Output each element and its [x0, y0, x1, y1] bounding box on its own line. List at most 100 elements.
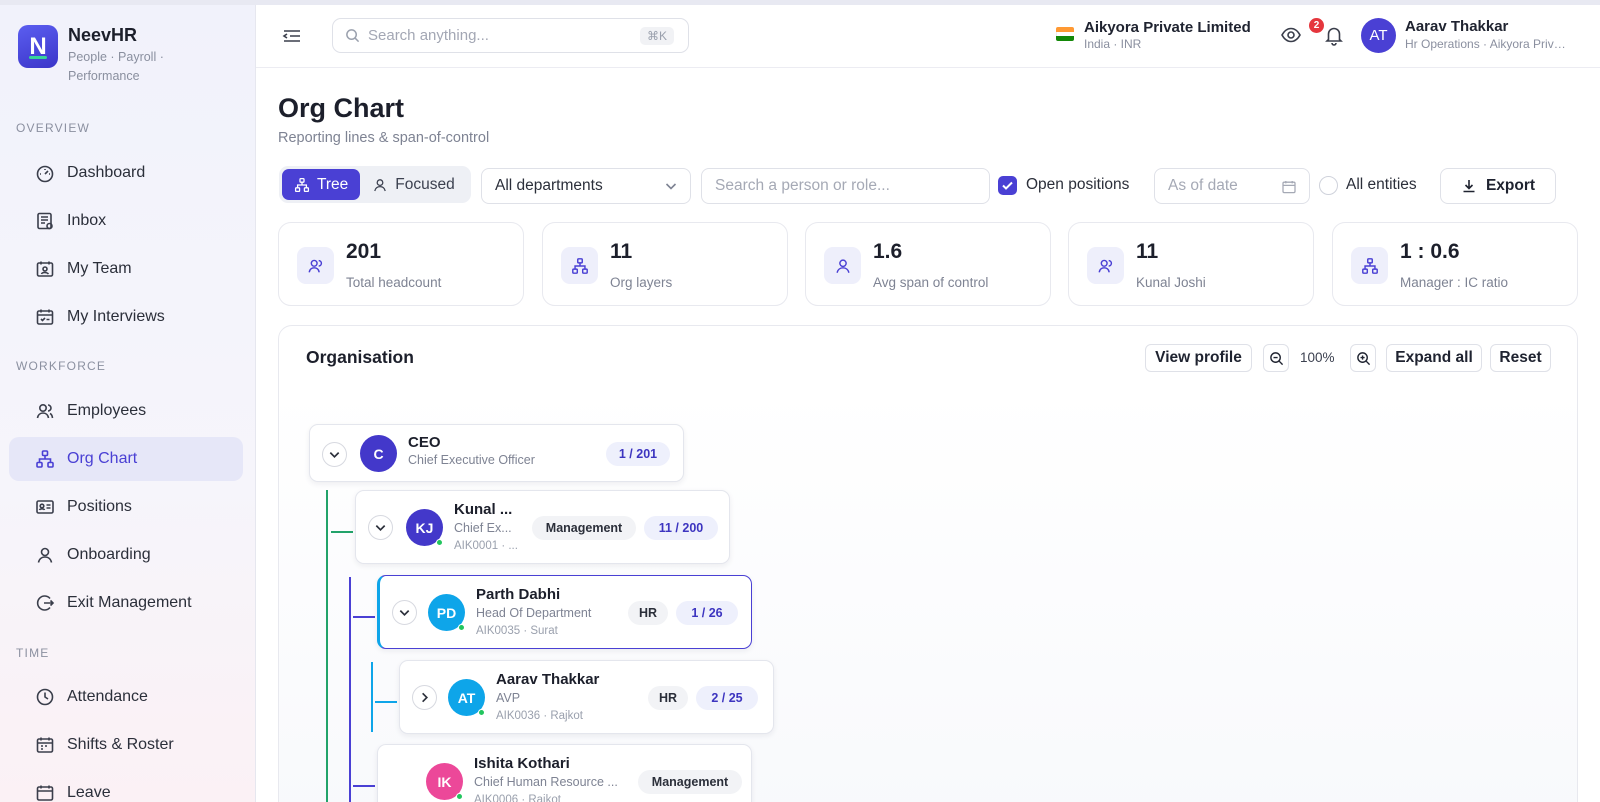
company-switcher[interactable]: Aikyora Private Limited India · INR — [1056, 19, 1251, 51]
person-search-placeholder: Search a person or role... — [715, 177, 890, 194]
sidebar-item-exit-management[interactable]: Exit Management — [9, 581, 243, 625]
all-entities-checkbox[interactable] — [1319, 176, 1338, 195]
span-count-badge: 1 / 26 — [676, 601, 738, 625]
stat-card-manager-ic-ratio: 1 : 0.6 Manager : IC ratio — [1332, 222, 1578, 306]
user-menu[interactable]: AT Aarav Thakkar Hr Operations · Aikyora… — [1361, 18, 1571, 53]
collapse-toggle[interactable] — [368, 515, 393, 540]
sidebar-item-positions[interactable]: Positions — [9, 485, 243, 529]
sidebar-item-leave[interactable]: Leave — [9, 771, 243, 802]
span-count-badge: 1 / 201 — [606, 442, 670, 466]
node-name: CEO — [408, 434, 441, 451]
sidebar-item-label: Employees — [67, 402, 147, 419]
org-node-ceo[interactable]: C CEO Chief Executive Officer 1 / 201 — [309, 424, 684, 482]
stat-card-avg-span: 1.6 Avg span of control — [805, 222, 1051, 306]
sidebar-item-label: Dashboard — [67, 164, 146, 181]
node-role: Chief Executive Officer — [408, 453, 535, 467]
view-toggle: Tree Focused — [279, 166, 471, 203]
stat-label: Kunal Joshi — [1136, 275, 1206, 290]
sidebar-item-label: Attendance — [67, 688, 148, 705]
global-search-input[interactable]: Search anything... ⌘K — [332, 18, 689, 53]
sidebar-item-attendance[interactable]: Attendance — [9, 675, 243, 719]
top-bar: Search anything... ⌘K Aikyora Private Li… — [256, 5, 1600, 68]
search-icon — [346, 29, 360, 43]
org-node-aarav[interactable]: AT Aarav Thakkar AVP AIK0036 · Rajkot HR… — [399, 660, 774, 734]
stat-card-widest-span: 11 Kunal Joshi — [1068, 222, 1314, 306]
connector-line — [331, 531, 353, 533]
node-role: AVP — [496, 691, 521, 705]
calendar-check-icon — [36, 309, 54, 325]
user-icon — [374, 178, 387, 191]
chevron-right-icon — [422, 692, 429, 703]
org-chart-icon — [1361, 257, 1378, 274]
company-name: Aikyora Private Limited — [1084, 19, 1251, 36]
node-avatar: C — [360, 435, 397, 472]
tab-focused[interactable]: Focused — [360, 169, 466, 200]
sidebar-item-dashboard[interactable]: Dashboard — [9, 151, 243, 195]
export-label: Export — [1485, 177, 1536, 194]
view-profile-button[interactable]: View profile — [1145, 344, 1252, 372]
user-icon — [835, 258, 850, 273]
sidebar-item-inbox[interactable]: Inbox — [9, 199, 243, 243]
connector-line — [353, 616, 375, 618]
chevron-down-icon — [375, 525, 386, 532]
sidebar-item-my-team[interactable]: My Team — [9, 247, 243, 291]
connector-line — [353, 785, 375, 787]
sidebar-item-label: Shifts & Roster — [67, 736, 174, 753]
eye-icon[interactable] — [1280, 24, 1302, 46]
open-positions-label: Open positions — [1026, 176, 1130, 193]
reset-button[interactable]: Reset — [1490, 344, 1551, 372]
notification-badge: 2 — [1309, 18, 1324, 33]
user-role: Hr Operations · Aikyora Private Limited — [1405, 37, 1571, 51]
org-tree-canvas[interactable]: C CEO Chief Executive Officer 1 / 201 KJ… — [279, 388, 1577, 802]
zoom-out-button[interactable] — [1263, 344, 1289, 372]
connector-line — [349, 577, 351, 802]
sidebar-toggle-icon[interactable] — [280, 25, 304, 47]
org-node-kunal[interactable]: KJ Kunal ... Chief Ex... AIK0001 · ... M… — [355, 490, 730, 564]
stat-value: 11 — [1136, 240, 1159, 263]
org-node-ishita[interactable]: IK Ishita Kothari Chief Human Resource .… — [377, 744, 752, 802]
section-label-time: TIME — [16, 646, 50, 660]
department-select[interactable]: All departments — [481, 168, 691, 204]
as-of-date-input[interactable]: As of date — [1154, 168, 1310, 204]
org-node-parth[interactable]: PD Parth Dabhi Head Of Department AIK003… — [377, 575, 752, 649]
users-icon — [308, 259, 322, 272]
stat-value: 11 — [610, 240, 633, 263]
collapse-toggle[interactable] — [392, 600, 417, 625]
person-search-input[interactable]: Search a person or role... — [701, 168, 990, 204]
online-status-dot — [458, 624, 465, 631]
export-button[interactable]: Export — [1440, 168, 1556, 204]
calendar-icon — [36, 737, 54, 753]
sidebar-item-employees[interactable]: Employees — [9, 389, 243, 433]
india-flag-icon — [1056, 27, 1074, 41]
collapse-toggle[interactable] — [322, 442, 347, 467]
sidebar-item-my-interviews[interactable]: My Interviews — [9, 295, 243, 339]
department-badge: Management — [532, 516, 636, 540]
brand[interactable]: N NeevHR People · Payroll · Performance — [18, 25, 178, 86]
sidebar-item-shifts-roster[interactable]: Shifts & Roster — [9, 723, 243, 767]
tab-tree[interactable]: Tree — [282, 169, 361, 200]
department-select-value: All departments — [495, 177, 603, 194]
stat-label: Org layers — [610, 275, 673, 290]
node-meta: AIK0001 · ... — [454, 540, 518, 552]
online-status-dot — [478, 709, 485, 716]
org-chart-icon — [294, 177, 310, 192]
stat-card-headcount: 201 Total headcount — [278, 222, 524, 306]
stat-value: 201 — [346, 240, 382, 263]
bell-icon[interactable] — [1323, 24, 1345, 46]
sidebar-item-label: Exit Management — [67, 594, 192, 611]
open-positions-checkbox[interactable] — [998, 176, 1017, 195]
sidebar-item-label: Positions — [67, 498, 132, 515]
all-entities-label: All entities — [1346, 176, 1417, 193]
online-status-dot — [436, 539, 443, 546]
brand-name: NeevHR — [68, 25, 138, 45]
stat-label: Manager : IC ratio — [1400, 275, 1509, 290]
company-region: India · INR — [1084, 37, 1142, 51]
organisation-panel: Organisation View profile 100% Expand al… — [278, 325, 1578, 802]
search-placeholder: Search anything... — [368, 27, 489, 44]
sidebar-item-org-chart[interactable]: Org Chart — [9, 437, 243, 481]
gauge-icon — [36, 165, 54, 183]
sidebar-item-onboarding[interactable]: Onboarding — [9, 533, 243, 577]
expand-toggle[interactable] — [412, 685, 437, 710]
expand-all-button[interactable]: Expand all — [1386, 344, 1482, 372]
zoom-in-button[interactable] — [1350, 344, 1376, 372]
